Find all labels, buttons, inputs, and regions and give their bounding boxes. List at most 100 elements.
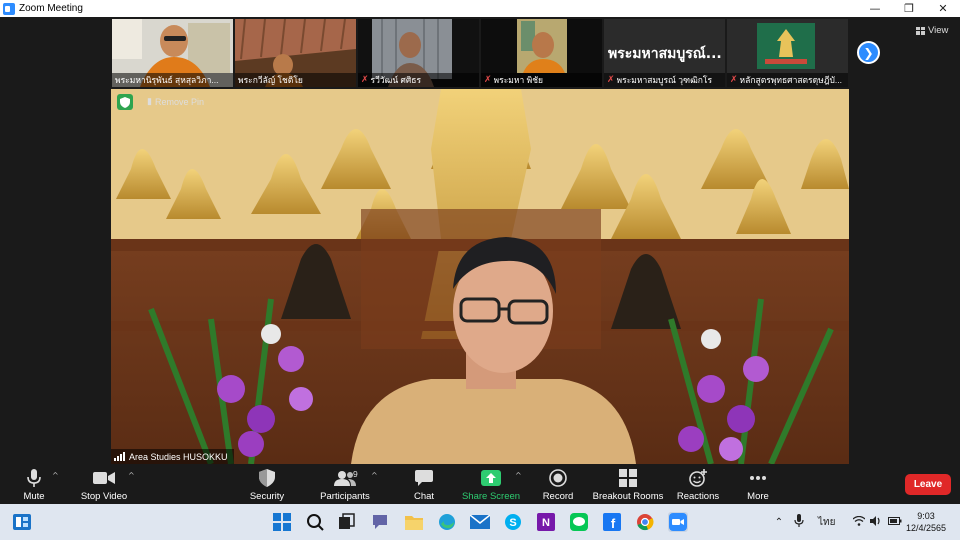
- chat-icon: [415, 467, 433, 489]
- security-label: Security: [249, 491, 285, 502]
- chevron-up-icon[interactable]: ⌃: [772, 517, 786, 528]
- windows-taskbar: S N f ⌃ ไทย 9:03 12/4/2565: [0, 504, 960, 540]
- onenote-icon[interactable]: N: [536, 512, 556, 532]
- breakout-rooms-label: Breakout Rooms: [592, 491, 664, 502]
- participant-namebar: ✗ พระมหาสมบูรณ์ วุฑฒิกโร: [604, 73, 725, 87]
- mute-options-caret[interactable]: ^: [52, 471, 59, 480]
- participants-options-caret[interactable]: ^: [371, 471, 378, 480]
- participant-name: พระกวีลัญ์ โชติโย: [238, 75, 303, 85]
- participant-namebar: ✗ พระมหา พิชัย: [481, 73, 602, 87]
- participant-name: พระมหาสมบูรณ์ วุฑฒิกโร: [616, 75, 713, 85]
- participants-button[interactable]: 9 ^ Participants: [305, 467, 385, 502]
- leave-button[interactable]: Leave: [905, 474, 951, 495]
- more-icon: [749, 467, 767, 489]
- participant-tile[interactable]: ✗ รวีวัฒน์ ศศิธร: [358, 19, 479, 87]
- svg-text:N: N: [542, 517, 550, 529]
- chrome-icon[interactable]: [635, 512, 655, 532]
- zoom-icon[interactable]: [668, 512, 688, 532]
- more-label: More: [747, 491, 769, 502]
- active-speaker-video[interactable]: ▮ Remove Pin Area Studies HUSOKKU: [111, 89, 849, 464]
- maximize-icon[interactable]: ❐: [892, 0, 926, 17]
- breakout-rooms-button[interactable]: Breakout Rooms: [588, 467, 668, 502]
- line-icon[interactable]: [569, 512, 589, 532]
- participant-tile[interactable]: พระกวีลัญ์ โชติโย: [235, 19, 356, 87]
- volume-icon[interactable]: [870, 515, 882, 529]
- share-screen-icon: [481, 467, 501, 489]
- clock-time: 9:03: [917, 511, 935, 521]
- taskbar-clock[interactable]: 9:03 12/4/2565: [900, 510, 952, 534]
- skype-icon[interactable]: S: [503, 512, 523, 532]
- muted-mic-icon: ✗: [730, 75, 738, 85]
- mail-icon[interactable]: [470, 512, 490, 532]
- muted-mic-icon: ✗: [484, 75, 492, 85]
- participant-namebar: ✗ รวีวัฒน์ ศศิธร: [358, 73, 479, 87]
- meeting-area: พระมหานิรุพันธ์ สุหสุลวิภา... พระกวีลัญ์…: [0, 17, 960, 464]
- view-label: View: [928, 25, 949, 36]
- participant-tile[interactable]: พระมหาสมบูรณ์... ✗ พระมหาสมบูรณ์ วุฑฒิกโ…: [604, 19, 725, 87]
- reactions-icon: [689, 467, 707, 489]
- stop-video-label: Stop Video: [80, 491, 128, 502]
- chevron-right-icon: ❯: [863, 45, 874, 60]
- participant-tile[interactable]: ✗ พระมหา พิชัย: [481, 19, 602, 87]
- participant-tile[interactable]: ✗ หลักสูตรพุทธศาสตรดุษฎีบั...: [727, 19, 848, 87]
- teams-chat-icon[interactable]: [370, 512, 390, 532]
- tray-microphone-icon[interactable]: [794, 513, 804, 531]
- stop-video-button[interactable]: ^ Stop Video: [64, 467, 144, 502]
- muted-mic-icon: ✗: [607, 75, 615, 85]
- microphone-icon: [27, 467, 41, 489]
- connection-signal-icon: [114, 452, 125, 461]
- security-button[interactable]: Security: [227, 467, 307, 502]
- task-view-icon[interactable]: [337, 512, 357, 532]
- file-explorer-icon[interactable]: [404, 512, 424, 532]
- search-icon[interactable]: [305, 512, 325, 532]
- system-tray: ⌃ ไทย: [772, 504, 902, 540]
- participant-name: หลักสูตรพุทธศาสตรดุษฎีบั...: [739, 75, 842, 85]
- participant-tile[interactable]: พระมหานิรุพันธ์ สุหสุลวิภา...: [112, 19, 233, 87]
- start-icon[interactable]: [272, 512, 292, 532]
- close-icon[interactable]: ✕: [926, 0, 960, 17]
- reactions-label: Reactions: [676, 491, 720, 502]
- muted-mic-icon: ✗: [361, 75, 369, 85]
- view-button[interactable]: View: [916, 25, 948, 36]
- window-title: Zoom Meeting: [19, 3, 83, 14]
- participants-strip: พระมหานิรุพันธ์ สุหสุลวิภา... พระกวีลัญ์…: [112, 19, 848, 87]
- window-controls: — ❐ ✕: [858, 0, 960, 17]
- speaker-video-frame: [111, 89, 849, 464]
- clock-date: 12/4/2565: [905, 523, 947, 533]
- title-bar: Zoom Meeting — ❐ ✕: [0, 0, 960, 17]
- next-page-button[interactable]: ❯: [857, 41, 880, 64]
- participant-name: พระมหานิรุพันธ์ สุหสุลวิภา...: [115, 75, 219, 85]
- shield-icon: [259, 467, 275, 489]
- wifi-icon[interactable]: [853, 515, 866, 529]
- remove-pin-button[interactable]: ▮ Remove Pin: [147, 96, 204, 107]
- record-icon: [549, 467, 567, 489]
- edge-icon[interactable]: [437, 512, 457, 532]
- chat-label: Chat: [413, 491, 435, 502]
- video-options-caret[interactable]: ^: [128, 471, 135, 480]
- speaker-name: Area Studies HUSOKKU: [129, 451, 228, 462]
- zoom-app-icon: [3, 2, 15, 15]
- facebook-icon[interactable]: f: [602, 512, 622, 532]
- video-camera-icon: [93, 467, 115, 489]
- remove-pin-label: Remove Pin: [154, 96, 204, 107]
- svg-text:f: f: [611, 516, 616, 531]
- pin-icon: ▮: [147, 96, 152, 106]
- encryption-shield-icon[interactable]: [117, 94, 133, 110]
- mute-button[interactable]: ^ Mute: [0, 467, 74, 502]
- more-button[interactable]: More: [718, 467, 798, 502]
- participant-namebar: ✗ หลักสูตรพุทธศาสตรดุษฎีบั...: [727, 73, 848, 87]
- grid-view-icon: [916, 26, 925, 35]
- record-label: Record: [542, 491, 574, 502]
- widgets-icon[interactable]: [12, 512, 32, 532]
- share-screen-label: Share Screen: [461, 491, 521, 502]
- participant-name: รวีวัฒน์ ศศิธร: [370, 75, 422, 85]
- speaker-namebar: Area Studies HUSOKKU: [111, 449, 234, 464]
- svg-text:S: S: [509, 517, 516, 529]
- participant-name: พระมหา พิชัย: [493, 75, 543, 85]
- participant-namebar: พระมหานิรุพันธ์ สุหสุลวิภา...: [112, 73, 233, 87]
- minimize-icon[interactable]: —: [858, 0, 892, 17]
- participant-count: 9: [353, 469, 358, 479]
- participant-placeholder-name: พระมหาสมบูรณ์...: [608, 46, 722, 62]
- record-button[interactable]: Record: [518, 467, 598, 502]
- input-language[interactable]: ไทย: [818, 515, 835, 530]
